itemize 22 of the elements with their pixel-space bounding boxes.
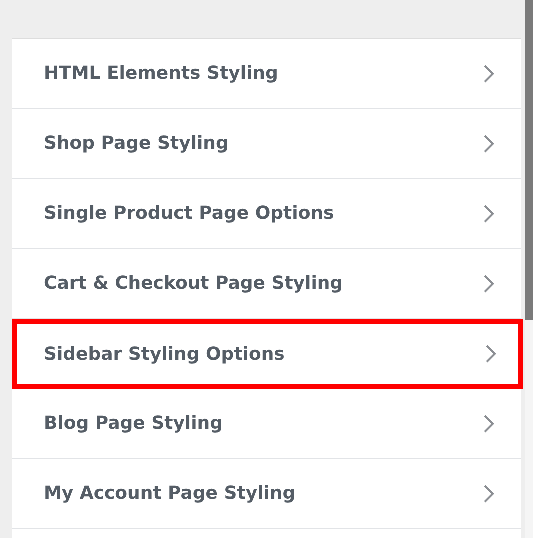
section-item[interactable]: Cart & Checkout Page Styling <box>12 249 521 319</box>
section-item[interactable]: Shop Page Styling <box>12 109 521 179</box>
chevron-icon <box>483 414 495 434</box>
section-label: HTML Elements Styling <box>44 63 278 84</box>
chevron-icon <box>483 484 495 504</box>
section-label: My Account Page Styling <box>44 483 296 504</box>
chevron-icon <box>483 64 495 84</box>
chevron-icon <box>483 204 495 224</box>
section-item[interactable]: My Account Page Styling <box>12 459 521 529</box>
chevron-icon <box>483 134 495 154</box>
section-item[interactable]: Single Product Page Options <box>12 179 521 249</box>
section-item[interactable]: Blog Page Styling <box>12 389 521 459</box>
section-label: Single Product Page Options <box>44 203 334 224</box>
section-item[interactable]: Sidebar Styling Options <box>12 319 523 389</box>
chevron-icon <box>483 274 495 294</box>
scrollbar[interactable] <box>525 0 533 538</box>
section-label: Sidebar Styling Options <box>44 344 285 364</box>
chevron-icon <box>485 344 497 364</box>
section-item[interactable]: HTML Elements Styling <box>12 39 521 109</box>
section-label: Blog Page Styling <box>44 413 223 434</box>
section-label: Cart & Checkout Page Styling <box>44 273 344 294</box>
section-label: Shop Page Styling <box>44 133 229 154</box>
